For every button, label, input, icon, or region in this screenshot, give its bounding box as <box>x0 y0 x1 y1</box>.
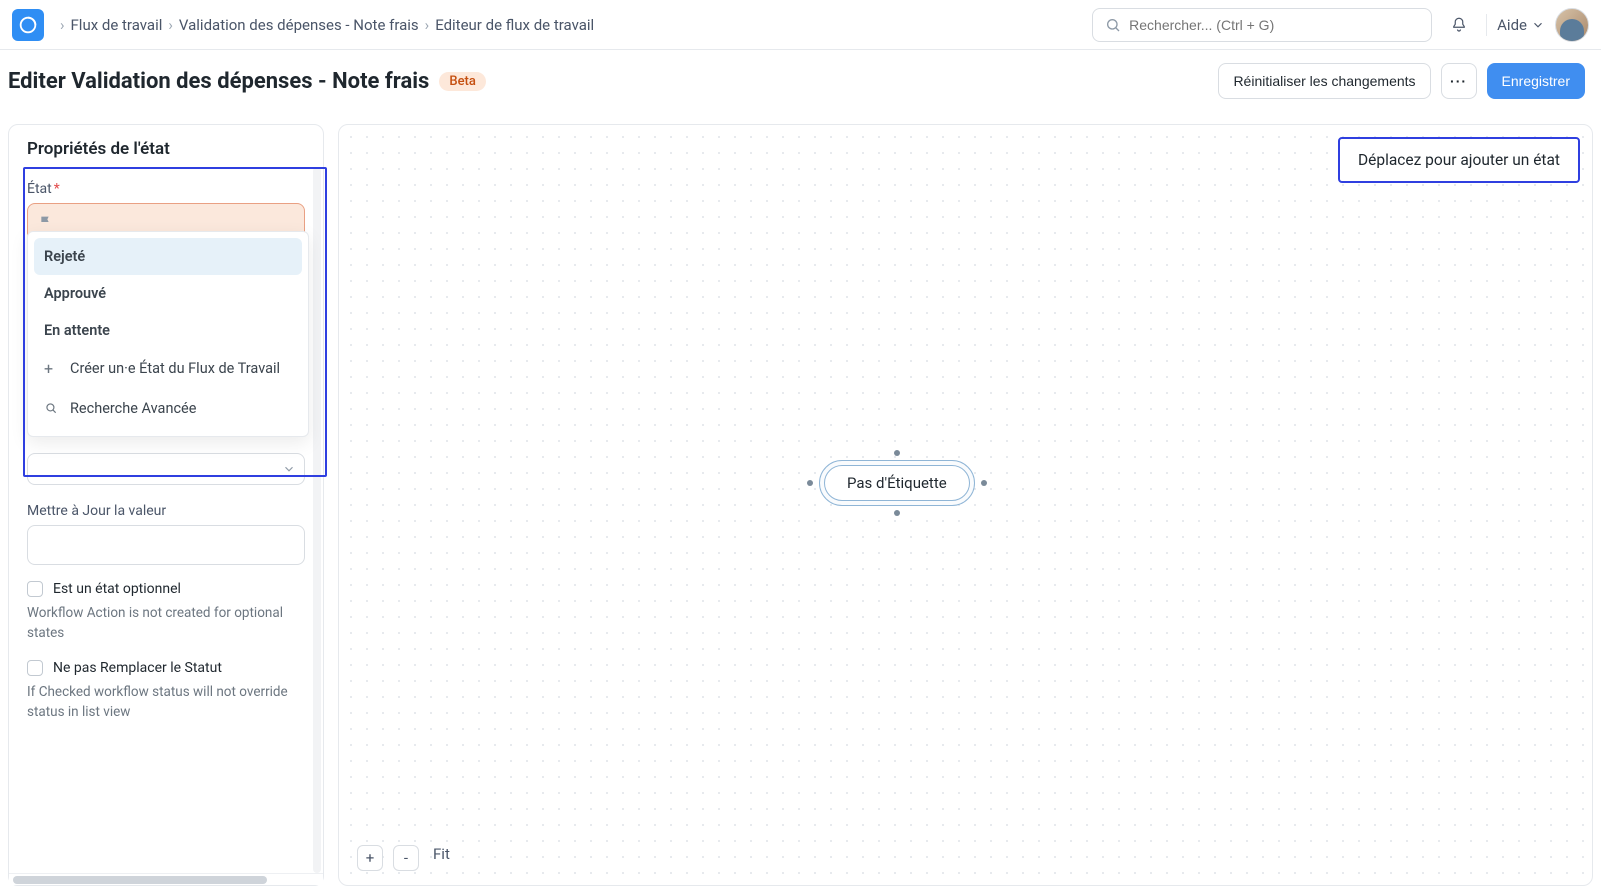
state-advanced-search[interactable]: Recherche Avancée <box>34 389 302 429</box>
optional-state-label: Est un état optionnel <box>53 581 181 597</box>
more-menu-button[interactable]: ··· <box>1441 63 1477 99</box>
checkbox-icon[interactable] <box>27 581 43 597</box>
user-avatar[interactable] <box>1555 8 1589 42</box>
page-title: Editer Validation des dépenses - Note fr… <box>8 69 429 94</box>
override-status-checkbox-row[interactable]: Ne pas Remplacer le Statut <box>27 660 305 676</box>
doc-status-select[interactable] <box>27 453 305 485</box>
avatar-image <box>1556 9 1588 41</box>
ellipsis-icon: ··· <box>1450 73 1467 89</box>
update-value-label: Mettre à Jour la valeur <box>27 503 305 519</box>
optional-state-help: Workflow Action is not created for optio… <box>27 603 305 644</box>
divider <box>1486 14 1487 36</box>
workflow-canvas[interactable]: Déplacez pour ajouter un état Pas d'Étiq… <box>338 124 1593 886</box>
checkbox-icon[interactable] <box>27 660 43 676</box>
state-advanced-label: Recherche Avancée <box>70 399 196 419</box>
page-header: Editer Validation des dépenses - Note fr… <box>0 50 1601 112</box>
help-label: Aide <box>1497 16 1527 34</box>
override-status-help: If Checked workflow status will not over… <box>27 682 305 723</box>
top-nav: › Flux de travail › Validation des dépen… <box>0 0 1601 50</box>
beta-badge: Beta <box>439 72 486 91</box>
state-create-label: Créer un·e État du Flux de Travail <box>70 359 280 379</box>
zoom-controls: + - Fit <box>357 845 454 871</box>
chevron-right-icon: › <box>60 16 65 34</box>
panel-horizontal-scrollbar[interactable] <box>9 873 323 885</box>
zoom-out-button[interactable]: - <box>393 845 419 871</box>
help-menu[interactable]: Aide <box>1497 16 1545 34</box>
drag-to-add-state[interactable]: Déplacez pour ajouter un état <box>1338 137 1580 183</box>
breadcrumb: › Flux de travail › Validation des dépen… <box>60 16 594 34</box>
plus-icon: + <box>44 361 58 377</box>
chevron-down-icon <box>1531 18 1545 32</box>
optional-state-checkbox-row[interactable]: Est un état optionnel <box>27 581 305 597</box>
chevron-right-icon: › <box>425 16 430 34</box>
chevron-down-icon <box>282 462 296 476</box>
search-icon <box>1105 17 1121 33</box>
search-icon <box>44 401 58 415</box>
chevron-right-icon: › <box>168 16 173 34</box>
state-option-approuve[interactable]: Approuvé <box>34 275 302 312</box>
zoom-fit-button[interactable]: Fit <box>429 845 454 871</box>
zoom-in-button[interactable]: + <box>357 845 383 871</box>
update-value-input[interactable] <box>27 525 305 565</box>
app-logo[interactable] <box>12 9 44 41</box>
override-status-label: Ne pas Remplacer le Statut <box>53 660 222 676</box>
state-option-rejete[interactable]: Rejeté <box>34 238 302 275</box>
search-input[interactable] <box>1129 17 1419 33</box>
breadcrumb-item[interactable]: Editeur de flux de travail <box>435 16 594 34</box>
state-field-label: État* <box>27 181 305 197</box>
workflow-node-label: Pas d'Étiquette <box>824 465 970 501</box>
notifications-button[interactable] <box>1442 8 1476 42</box>
global-search[interactable] <box>1092 8 1432 42</box>
app-logo-icon <box>17 14 39 36</box>
flag-icon <box>38 214 54 230</box>
state-properties-panel: Propriétés de l'état État* Mettre à Jour… <box>8 124 324 886</box>
state-option-en-attente[interactable]: En attente <box>34 312 302 349</box>
node-handle-west[interactable] <box>807 480 813 486</box>
node-handle-north[interactable] <box>894 450 900 456</box>
bell-icon <box>1450 16 1468 34</box>
save-button[interactable]: Enregistrer <box>1487 63 1585 99</box>
panel-title: Propriétés de l'état <box>9 125 323 167</box>
breadcrumb-item[interactable]: Validation des dépenses - Note frais <box>179 16 419 34</box>
node-handle-south[interactable] <box>894 510 900 516</box>
state-dropdown: Rejeté Approuvé En attente + Créer un·e … <box>27 231 309 437</box>
state-create-new[interactable]: + Créer un·e État du Flux de Travail <box>34 349 302 389</box>
breadcrumb-item[interactable]: Flux de travail <box>71 16 163 34</box>
node-handle-east[interactable] <box>981 480 987 486</box>
workflow-node[interactable]: Pas d'Étiquette <box>819 460 975 506</box>
reset-button[interactable]: Réinitialiser les changements <box>1218 63 1430 99</box>
